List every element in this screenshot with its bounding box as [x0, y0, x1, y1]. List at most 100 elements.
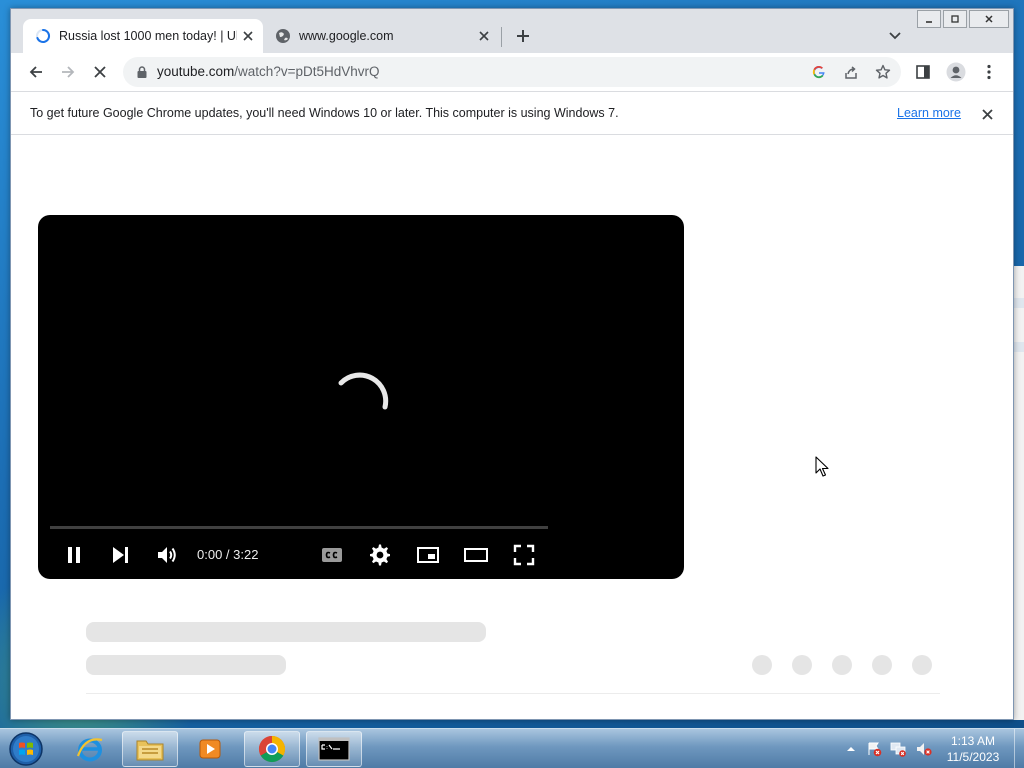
taskbar-media-player[interactable] — [182, 731, 238, 767]
action-skeleton — [872, 655, 892, 675]
tab-separator — [501, 27, 502, 47]
show-desktop-button[interactable] — [1014, 729, 1024, 768]
tab-title: Russia lost 1000 men today! | Ukr — [59, 29, 237, 43]
mouse-cursor-icon — [815, 456, 829, 477]
arrow-right-icon — [62, 66, 75, 78]
side-panel-icon — [916, 65, 930, 79]
menu-button[interactable] — [975, 58, 1003, 86]
stop-icon — [94, 66, 106, 78]
progress-bar[interactable] — [50, 526, 548, 529]
learn-more-link[interactable]: Learn more — [897, 106, 961, 120]
channel-skeleton — [86, 655, 286, 675]
minimize-button[interactable] — [917, 10, 941, 28]
start-orb-icon — [9, 732, 43, 766]
restore-icon — [951, 15, 959, 23]
loading-spinner-icon — [36, 28, 51, 43]
start-button[interactable] — [6, 730, 46, 768]
settings-icon — [370, 544, 390, 566]
chrome-window: Russia lost 1000 men today! | Ukr www.go… — [10, 8, 1014, 720]
infobar-close-icon[interactable] — [977, 104, 997, 124]
taskbar-chrome[interactable] — [244, 731, 300, 767]
buffering-spinner-icon — [338, 372, 389, 410]
pause-button[interactable] — [60, 541, 88, 569]
title-skeleton — [86, 622, 486, 642]
avatar-icon — [946, 62, 966, 82]
address-bar[interactable]: youtube.com/watch?v=pDt5HdVhvrQ — [123, 57, 901, 87]
fullscreen-icon — [513, 544, 535, 566]
action-skeleton — [912, 655, 932, 675]
next-icon — [113, 547, 128, 563]
miniplayer-button[interactable] — [414, 541, 442, 569]
plus-icon — [517, 30, 529, 42]
pause-icon — [68, 547, 80, 563]
bookmark-star-icon[interactable] — [873, 62, 893, 82]
time-display: 0:00 / 3:22 — [197, 547, 259, 562]
close-icon — [985, 15, 993, 23]
volume-button[interactable] — [153, 541, 181, 569]
chevron-down-icon — [889, 32, 901, 40]
captions-icon — [322, 548, 342, 562]
tab-google[interactable]: www.google.com — [263, 19, 499, 53]
command-prompt-icon — [318, 737, 350, 761]
next-button[interactable] — [106, 541, 134, 569]
close-tab-icon[interactable] — [237, 25, 259, 47]
infobar-message: To get future Google Chrome updates, you… — [30, 106, 619, 120]
url-text[interactable]: youtube.com/watch?v=pDt5HdVhvrQ — [157, 64, 380, 79]
url-domain: youtube.com — [157, 64, 235, 79]
close-tab-icon[interactable] — [473, 25, 495, 47]
profile-button[interactable] — [942, 58, 970, 86]
back-button[interactable] — [22, 58, 50, 86]
window-controls — [915, 10, 1009, 28]
action-skeleton — [792, 655, 812, 675]
background-window-row — [1013, 342, 1024, 352]
toolbar: youtube.com/watch?v=pDt5HdVhvrQ — [11, 53, 1013, 91]
share-icon[interactable] — [841, 62, 861, 82]
action-skeleton — [752, 655, 772, 675]
arrow-left-icon — [29, 66, 42, 78]
background-window-row — [1013, 298, 1024, 308]
player-controls: 0:00 / 3:22 — [38, 537, 684, 573]
fullscreen-button[interactable] — [510, 541, 538, 569]
action-skeleton — [832, 655, 852, 675]
forward-button[interactable] — [54, 58, 82, 86]
taskbar-command-prompt[interactable] — [306, 731, 362, 767]
volume-icon — [158, 547, 176, 563]
internet-explorer-icon — [76, 738, 103, 762]
captions-button[interactable] — [318, 541, 346, 569]
clock-date: 11/5/2023 — [946, 750, 1000, 764]
restore-button[interactable] — [943, 10, 967, 28]
taskbar-clock[interactable]: 1:13 AM 11/5/2023 — [930, 733, 1016, 765]
theater-mode-icon — [464, 548, 488, 562]
theater-mode-button[interactable] — [462, 541, 490, 569]
network-icon[interactable] — [890, 741, 906, 757]
update-infobar: To get future Google Chrome updates, you… — [11, 91, 1013, 135]
google-lens-icon[interactable] — [809, 62, 829, 82]
tab-search-button[interactable] — [883, 24, 907, 48]
tab-strip: Russia lost 1000 men today! | Ukr www.go… — [11, 9, 1013, 53]
miniplayer-icon — [417, 547, 439, 563]
more-vertical-icon — [987, 64, 991, 80]
tab-title: www.google.com — [299, 29, 394, 43]
stop-loading-button[interactable] — [86, 58, 114, 86]
side-panel-button[interactable] — [909, 58, 937, 86]
media-player-icon — [199, 739, 221, 759]
show-hidden-icons-icon[interactable] — [846, 741, 856, 757]
new-tab-button[interactable] — [511, 24, 535, 48]
settings-button[interactable] — [366, 541, 394, 569]
taskbar-windows-explorer[interactable] — [122, 731, 178, 767]
minimize-icon — [926, 21, 932, 23]
video-player[interactable]: 0:00 / 3:22 — [38, 215, 684, 579]
globe-icon — [276, 29, 290, 43]
taskbar-internet-explorer[interactable] — [62, 731, 118, 767]
windows-explorer-icon — [136, 740, 164, 761]
url-path: /watch?v=pDt5HdVhvrQ — [234, 64, 380, 79]
page-viewport: 0:00 / 3:22 — [11, 135, 1013, 719]
lock-icon — [137, 66, 147, 78]
tab-youtube[interactable]: Russia lost 1000 men today! | Ukr — [23, 19, 263, 53]
clock-time: 1:13 AM — [950, 734, 996, 748]
close-window-button[interactable] — [969, 10, 1009, 28]
chrome-icon — [258, 735, 286, 763]
action-center-icon[interactable] — [866, 741, 882, 757]
taskbar: 1:13 AM 11/5/2023 — [0, 728, 1024, 768]
divider — [86, 693, 940, 694]
